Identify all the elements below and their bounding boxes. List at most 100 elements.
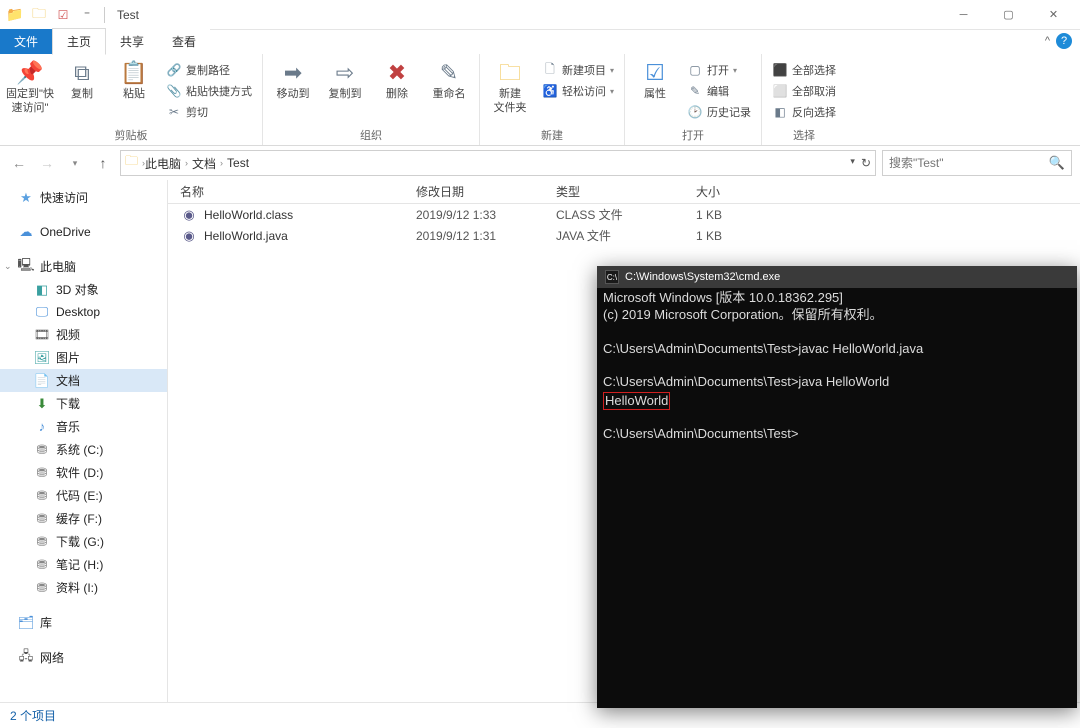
copy-to-button[interactable]: ⇨复制到: [321, 56, 369, 102]
copy-button[interactable]: ⧉复制: [58, 56, 106, 102]
crumb-pc[interactable]: 此电脑: [145, 155, 181, 172]
qat-dropdown-icon[interactable]: ⁼: [76, 4, 98, 26]
copy-path-button[interactable]: 🔗复制路径: [162, 60, 256, 80]
sidebar-libraries[interactable]: 🗂库: [0, 611, 167, 634]
qat-folder-icon[interactable]: 🗀: [28, 4, 50, 26]
recent-locations-button[interactable]: ▾: [64, 152, 86, 174]
sidebar-item-drive-c[interactable]: ⛃系统 (C:): [0, 438, 167, 461]
col-date[interactable]: 修改日期: [408, 183, 548, 200]
sidebar-item-videos[interactable]: 🎞视频: [0, 323, 167, 346]
nav-pane[interactable]: ★快速访问 ☁OneDrive ⌄🖳此电脑 ◧3D 对象 🖵Desktop 🎞视…: [0, 180, 168, 702]
file-row[interactable]: ◉HelloWorld.class 2019/9/12 1:33 CLASS 文…: [168, 204, 1080, 225]
col-type[interactable]: 类型: [548, 183, 688, 200]
search-icon[interactable]: 🔍: [1049, 155, 1065, 171]
sidebar-item-drive-e[interactable]: ⛃代码 (E:): [0, 484, 167, 507]
sidebar-item-drive-i[interactable]: ⛃资料 (I:): [0, 576, 167, 599]
nav-row: ← → ▾ ↑ 🗀 › 此电脑› 文档› Test ▾ ↻ 🔍: [0, 146, 1080, 180]
cloud-icon: ☁: [18, 224, 34, 240]
select-none-button[interactable]: ⬜全部取消: [768, 81, 840, 101]
moveto-icon: ➡: [284, 60, 302, 86]
forward-button[interactable]: →: [36, 152, 58, 174]
refresh-icon[interactable]: ↻: [861, 156, 871, 170]
crumb-test[interactable]: Test: [227, 156, 249, 170]
sidebar-item-drive-f[interactable]: ⛃缓存 (F:): [0, 507, 167, 530]
col-size[interactable]: 大小: [688, 183, 788, 200]
up-button[interactable]: ↑: [92, 152, 114, 174]
selectnone-icon: ⬜: [772, 83, 788, 99]
col-name[interactable]: 名称: [168, 183, 408, 200]
new-folder-button[interactable]: 🗀新建 文件夹: [486, 56, 534, 115]
sidebar-this-pc[interactable]: ⌄🖳此电脑: [0, 255, 167, 278]
music-icon: ♪: [34, 419, 50, 435]
sidebar-item-drive-g[interactable]: ⛃下载 (G:): [0, 530, 167, 553]
address-bar[interactable]: 🗀 › 此电脑› 文档› Test ▾ ↻: [120, 150, 876, 176]
crumb-docs[interactable]: 文档: [192, 155, 216, 172]
minimize-button[interactable]: ─: [941, 0, 986, 30]
newitem-icon: 🗋: [542, 62, 558, 78]
open-group-label: 打开: [631, 126, 755, 145]
sidebar-item-pictures[interactable]: 🖼图片: [0, 346, 167, 369]
close-button[interactable]: ✕: [1031, 0, 1076, 30]
paste-shortcut-button[interactable]: 📎粘贴快捷方式: [162, 81, 256, 101]
edit-button[interactable]: ✎编辑: [683, 81, 755, 101]
drive-icon: ⛃: [34, 557, 50, 573]
paste-button[interactable]: 📋粘贴: [110, 56, 158, 102]
network-icon: 🖧: [18, 650, 34, 666]
sidebar-item-drive-h[interactable]: ⛃笔记 (H:): [0, 553, 167, 576]
sidebar-item-documents[interactable]: 📄文档: [0, 369, 167, 392]
copypath-icon: 🔗: [166, 62, 182, 78]
selectall-icon: ⬛: [772, 62, 788, 78]
qat-check-icon[interactable]: ☑: [52, 4, 74, 26]
app-icon: 📁: [4, 4, 26, 26]
tab-view[interactable]: 查看: [158, 29, 210, 54]
sidebar-item-downloads[interactable]: ⬇下载: [0, 392, 167, 415]
cmd-window[interactable]: C:\ C:\Windows\System32\cmd.exe Microsof…: [597, 266, 1077, 708]
sidebar-item-3d[interactable]: ◧3D 对象: [0, 278, 167, 301]
pin-quick-access-button[interactable]: 📌固定到"快 速访问": [6, 56, 54, 115]
column-headers: 名称 修改日期 类型 大小: [168, 180, 1080, 204]
window-title: Test: [117, 8, 139, 22]
cmd-title-bar[interactable]: C:\ C:\Windows\System32\cmd.exe: [597, 266, 1077, 288]
invert-selection-button[interactable]: ◧反向选择: [768, 102, 840, 122]
select-all-button[interactable]: ⬛全部选择: [768, 60, 840, 80]
organize-group-label: 组织: [269, 126, 473, 145]
back-button[interactable]: ←: [8, 152, 30, 174]
newfolder-icon: 🗀: [499, 60, 521, 86]
sidebar-onedrive[interactable]: ☁OneDrive: [0, 221, 167, 243]
sidebar-quick-access[interactable]: ★快速访问: [0, 186, 167, 209]
sidebar-item-music[interactable]: ♪音乐: [0, 415, 167, 438]
pasteshortcut-icon: 📎: [166, 83, 182, 99]
history-button[interactable]: 🕑历史记录: [683, 102, 755, 122]
open-button[interactable]: ▢打开▾: [683, 60, 755, 80]
properties-button[interactable]: ☑属性: [631, 56, 679, 102]
tab-home[interactable]: 主页: [52, 28, 106, 55]
easy-access-button[interactable]: ♿轻松访问▾: [538, 81, 618, 101]
tab-share[interactable]: 共享: [106, 29, 158, 54]
sidebar-item-desktop[interactable]: 🖵Desktop: [0, 301, 167, 323]
tab-file[interactable]: 文件: [0, 29, 52, 54]
ribbon-collapse-icon[interactable]: ^: [1045, 35, 1050, 47]
help-icon[interactable]: ?: [1056, 33, 1072, 49]
address-dropdown-icon[interactable]: ▾: [850, 156, 855, 170]
search-box[interactable]: 🔍: [882, 150, 1072, 176]
expand-icon[interactable]: ⌄: [4, 261, 12, 272]
cut-button[interactable]: ✂剪切: [162, 102, 256, 122]
cmd-output[interactable]: Microsoft Windows [版本 10.0.18362.295] (c…: [597, 288, 1077, 708]
maximize-button[interactable]: ▢: [986, 0, 1031, 30]
edit-icon: ✎: [687, 83, 703, 99]
sidebar-network[interactable]: 🖧网络: [0, 646, 167, 669]
delete-icon: ✖: [388, 60, 406, 86]
search-input[interactable]: [889, 156, 1049, 170]
sidebar-item-drive-d[interactable]: ⛃软件 (D:): [0, 461, 167, 484]
new-item-button[interactable]: 🗋新建项目▾: [538, 60, 618, 80]
rename-button[interactable]: ✎重命名: [425, 56, 473, 102]
cut-icon: ✂: [166, 104, 182, 120]
properties-icon: ☑: [645, 60, 665, 86]
file-row[interactable]: ◉HelloWorld.java 2019/9/12 1:31 JAVA 文件 …: [168, 225, 1080, 246]
pin-icon: 📌: [16, 60, 43, 86]
picture-icon: 🖼: [34, 350, 50, 366]
ribbon: 📌固定到"快 速访问" ⧉复制 📋粘贴 🔗复制路径 📎粘贴快捷方式 ✂剪切 剪贴…: [0, 54, 1080, 146]
move-to-button[interactable]: ➡移动到: [269, 56, 317, 102]
delete-button[interactable]: ✖删除: [373, 56, 421, 102]
ribbon-tabs: 文件 主页 共享 查看 ^ ?: [0, 30, 1080, 54]
